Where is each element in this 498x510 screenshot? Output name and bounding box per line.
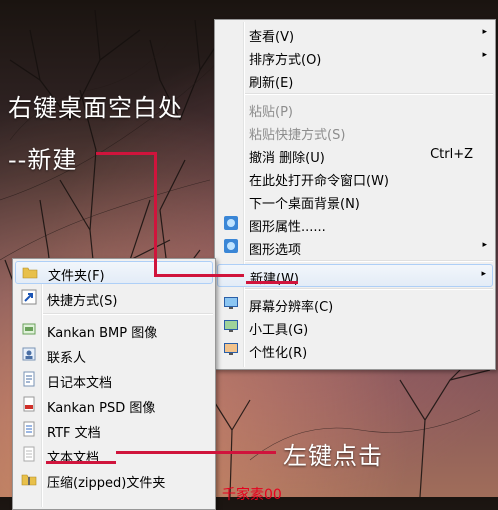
psd-image-icon [23,396,35,412]
bottom-partial-text: 千家素00 [222,487,282,503]
menu-item-label: 在此处打开命令窗口(W) [249,174,389,189]
menu-item-label: 小工具(G) [249,323,309,338]
menu-separator [43,313,213,315]
menu-item-label: Kankan BMP 图像 [47,326,158,341]
menu-item-label: 刷新(E) [249,76,294,91]
folder-icon [22,267,38,279]
menu-item-view[interactable]: 查看(V) ▸ [217,23,493,45]
submenu-arrow-icon: ▸ [481,269,486,279]
submenu-arrow-icon: ▸ [482,50,487,60]
submenu-arrow-icon: ▸ [482,27,487,37]
menu-item-personalize[interactable]: 个性化(R) [217,339,493,361]
menu-item-next-background[interactable]: 下一个桌面背景(N) [217,190,493,212]
menu-item-open-command-window[interactable]: 在此处打开命令窗口(W) [217,167,493,189]
menu-item-screen-resolution[interactable]: 屏幕分辨率(C) [217,293,493,315]
menu-item-label: 图形选项 [249,243,302,258]
menu-item-label: 个性化(R) [249,346,308,361]
menu-item-label: 日记本文档 [47,376,113,391]
annotation-line [116,451,276,454]
menu-item-shortcut: Ctrl+Z [430,147,473,162]
submenu-item-bmp-image[interactable]: Kankan BMP 图像 [15,319,213,341]
menu-item-label: 压缩(zipped)文件夹 [47,476,166,491]
annotation-line [246,281,298,284]
menu-item-refresh[interactable]: 刷新(E) [217,69,493,91]
annotation-right-click: 右键桌面空白处 [8,94,183,122]
submenu-item-psd-image[interactable]: Kankan PSD 图像 [15,394,213,416]
rtf-document-icon [23,421,35,437]
menu-item-label: 文件夹(F) [48,269,105,284]
menu-item-label: 图形属性...... [249,220,326,235]
submenu-item-rtf-document[interactable]: RTF 文档 [15,419,213,441]
menu-item-label: 撤消 删除(U) [249,151,325,166]
menu-item-label: 下一个桌面背景(N) [249,197,360,212]
menu-item-paste-shortcut[interactable]: 粘贴快捷方式(S) [217,121,493,143]
personalize-icon [224,343,238,355]
menu-item-label: 新建(W) [250,272,299,287]
menu-item-label: RTF 文档 [47,426,101,441]
gadgets-icon [224,320,238,332]
graphics-properties-icon [224,216,238,230]
menu-item-label: Kankan PSD 图像 [47,401,156,416]
menu-item-label: 快捷方式(S) [47,294,118,309]
submenu-item-shortcut[interactable]: 快捷方式(S) [15,287,213,309]
menu-item-label: 排序方式(O) [249,53,322,68]
graphics-options-icon [224,239,238,253]
annotation-left-click: 左键点击 [283,442,383,470]
shortcut-icon [21,289,37,305]
menu-item-paste[interactable]: 粘贴(P) [217,98,493,120]
menu-item-label: 联系人 [47,351,87,366]
submenu-item-folder[interactable]: 文件夹(F) [15,261,213,284]
contact-icon [22,347,36,361]
menu-separator [245,93,493,95]
annotation-line [154,152,157,277]
monitor-icon [224,297,238,309]
annotation-line [154,274,244,277]
annotation-new: --新建 [8,146,78,174]
menu-item-label: 粘贴(P) [249,105,293,120]
menu-item-graphics-properties[interactable]: 图形属性...... [217,213,493,235]
journal-document-icon [23,371,35,387]
menu-item-gadgets[interactable]: 小工具(G) [217,316,493,338]
annotation-line [96,152,156,155]
menu-item-label: 粘贴快捷方式(S) [249,128,346,143]
new-submenu: 文件夹(F) 快捷方式(S) Kankan BMP 图像 联系人 日记本文档 K… [12,258,216,510]
text-document-icon [23,446,35,462]
menu-item-undo-delete[interactable]: 撤消 删除(U) Ctrl+Z [217,144,493,166]
menu-separator [245,288,493,290]
annotation-line [46,461,116,464]
zip-folder-icon [21,474,37,486]
menu-item-graphics-options[interactable]: 图形选项 ▸ [217,236,493,258]
menu-item-label: 查看(V) [249,30,295,45]
bmp-image-icon [22,323,36,335]
menu-item-label: 屏幕分辨率(C) [249,300,334,315]
submenu-item-contact[interactable]: 联系人 [15,344,213,366]
submenu-item-journal-document[interactable]: 日记本文档 [15,369,213,391]
menu-item-sort[interactable]: 排序方式(O) ▸ [217,46,493,68]
submenu-arrow-icon: ▸ [482,240,487,250]
menu-separator [245,260,493,262]
desktop-context-menu: 查看(V) ▸ 排序方式(O) ▸ 刷新(E) 粘贴(P) 粘贴快捷方式(S) 撤消… [214,19,496,370]
submenu-item-zip-folder[interactable]: 压缩(zipped)文件夹 [15,469,213,491]
